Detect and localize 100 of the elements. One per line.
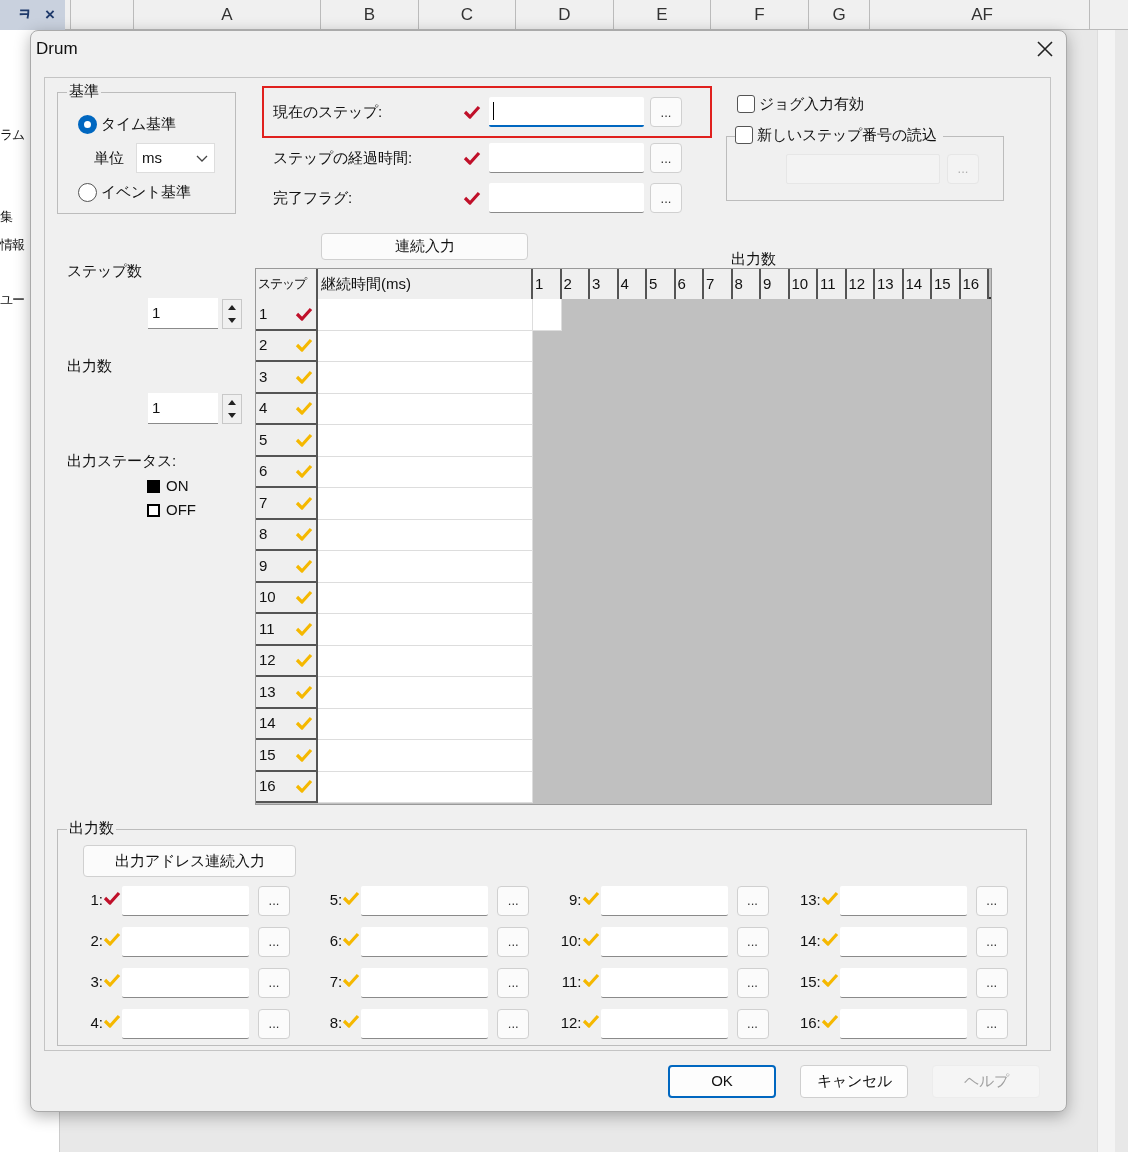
column-header[interactable]: ステップ — [256, 269, 318, 299]
row-header[interactable]: 5 — [256, 425, 318, 457]
browse-button[interactable]: ... — [975, 885, 1008, 916]
unit-dropdown[interactable]: ms — [136, 143, 215, 173]
column-header[interactable]: 16 — [960, 269, 989, 299]
browse-button[interactable]: ... — [497, 885, 530, 916]
browse-button[interactable]: ... — [736, 885, 769, 916]
column-header[interactable]: 13 — [875, 269, 904, 299]
input-field[interactable] — [122, 1008, 249, 1039]
input-field[interactable] — [600, 967, 728, 998]
column-header[interactable]: 14 — [903, 269, 932, 299]
radio-option[interactable]: イベント基準 — [78, 180, 191, 204]
browse-button[interactable]: ... — [736, 1008, 769, 1039]
row-header[interactable]: 6 — [256, 456, 318, 488]
duration-cell[interactable] — [318, 362, 533, 394]
duration-cell[interactable] — [318, 677, 533, 709]
column-header[interactable]: 5 — [647, 269, 676, 299]
browse-button[interactable]: ... — [736, 967, 769, 998]
duration-cell[interactable] — [318, 519, 533, 551]
pane-button[interactable]: × — [45, 2, 55, 28]
browse-button[interactable]: ... — [650, 183, 682, 213]
row-header[interactable]: 9 — [256, 551, 318, 583]
dialog-button[interactable]: OK — [668, 1065, 776, 1098]
column-header[interactable]: 9 — [761, 269, 790, 299]
duration-cell[interactable] — [318, 425, 533, 457]
column-header[interactable]: 8 — [732, 269, 761, 299]
row-header[interactable]: 8 — [256, 519, 318, 551]
column-header[interactable]: 6 — [675, 269, 704, 299]
duration-cell[interactable] — [318, 645, 533, 677]
spin-buttons[interactable] — [222, 393, 242, 424]
row-header[interactable]: 13 — [256, 677, 318, 709]
row-header[interactable]: 14 — [256, 708, 318, 740]
close-icon[interactable] — [1036, 40, 1054, 58]
duration-cell[interactable] — [318, 551, 533, 583]
checkbox-option[interactable]: ジョグ入力有効 — [737, 92, 1004, 116]
duration-cell[interactable] — [318, 771, 533, 803]
browse-button[interactable]: ... — [258, 926, 290, 957]
input-field[interactable] — [600, 885, 728, 916]
row-header[interactable]: 15 — [256, 740, 318, 772]
column-header[interactable]: 12 — [846, 269, 875, 299]
column-header[interactable]: 2 — [561, 269, 590, 299]
continuous-input-button[interactable]: 連続入力 — [321, 233, 528, 260]
input-field[interactable] — [600, 1008, 728, 1039]
row-header[interactable]: 3 — [256, 362, 318, 394]
duration-cell[interactable] — [318, 330, 533, 362]
duration-cell[interactable] — [318, 393, 533, 425]
row-header[interactable]: 7 — [256, 488, 318, 520]
browse-button[interactable]: ... — [497, 967, 530, 998]
checkbox[interactable] — [737, 95, 755, 113]
input-field[interactable] — [839, 885, 967, 916]
pane-button[interactable]: ᆿ — [16, 2, 34, 28]
browse-button[interactable]: ... — [650, 143, 682, 173]
number-field[interactable]: 1 — [148, 393, 218, 424]
input-field[interactable] — [361, 967, 489, 998]
duration-cell[interactable] — [318, 488, 533, 520]
input-field[interactable] — [122, 926, 249, 957]
row-header[interactable]: 10 — [256, 582, 318, 614]
column-header[interactable]: 11 — [818, 269, 847, 299]
input-field[interactable] — [122, 885, 249, 916]
input-field[interactable] — [361, 885, 489, 916]
row-header[interactable]: 11 — [256, 614, 318, 646]
browse-button[interactable]: ... — [650, 97, 682, 127]
browse-button[interactable]: ... — [975, 1008, 1008, 1039]
row-header[interactable]: 16 — [256, 771, 318, 803]
input-field[interactable] — [839, 967, 967, 998]
duration-cell[interactable] — [318, 708, 533, 740]
duration-cell[interactable] — [318, 456, 533, 488]
input-field[interactable] — [489, 143, 644, 173]
dialog-button[interactable]: キャンセル — [800, 1065, 908, 1098]
duration-cell[interactable] — [318, 582, 533, 614]
browse-button[interactable]: ... — [258, 967, 290, 998]
column-header[interactable]: 7 — [704, 269, 733, 299]
browse-button[interactable]: ... — [975, 926, 1008, 957]
column-header[interactable]: 15 — [932, 269, 961, 299]
spin-buttons[interactable] — [222, 298, 242, 329]
browse-button[interactable]: ... — [258, 885, 290, 916]
column-header[interactable]: 10 — [789, 269, 818, 299]
number-field[interactable]: 1 — [148, 298, 218, 329]
row-header[interactable]: 2 — [256, 330, 318, 362]
radio-option[interactable]: タイム基準 — [78, 112, 176, 136]
browse-button[interactable]: ... — [736, 926, 769, 957]
address-input-button[interactable]: 出力アドレス連続入力 — [83, 845, 296, 877]
browse-button[interactable]: ... — [975, 967, 1008, 998]
output-cell[interactable] — [533, 299, 562, 331]
row-header[interactable]: 1 — [256, 299, 318, 331]
column-header[interactable]: 4 — [618, 269, 647, 299]
column-header[interactable]: 3 — [590, 269, 619, 299]
column-header[interactable]: 1 — [533, 269, 562, 299]
duration-cell[interactable] — [318, 614, 533, 646]
input-field[interactable] — [839, 926, 967, 957]
input-field[interactable] — [839, 1008, 967, 1039]
column-header[interactable]: 継続時間(ms) — [318, 269, 533, 299]
browse-button[interactable]: ... — [497, 1008, 530, 1039]
browse-button[interactable]: ... — [497, 926, 530, 957]
input-field[interactable] — [361, 926, 489, 957]
input-field[interactable] — [489, 97, 644, 127]
row-header[interactable]: 4 — [256, 393, 318, 425]
duration-cell[interactable] — [318, 299, 533, 331]
row-header[interactable]: 12 — [256, 645, 318, 677]
input-field[interactable] — [489, 183, 644, 213]
